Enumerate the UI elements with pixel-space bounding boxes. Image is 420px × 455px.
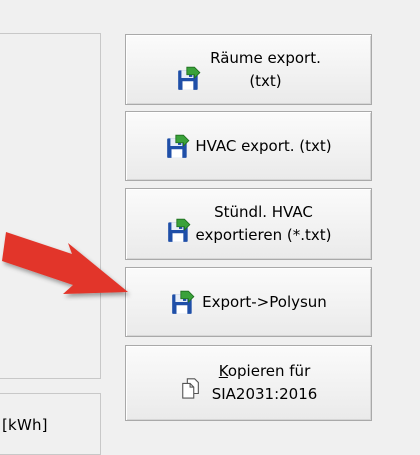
hvac-export-button[interactable]: HVAC export. (txt) <box>125 111 372 181</box>
stuendl-hvac-export-button[interactable]: Stündl. HVAC exportieren (*.txt) <box>125 188 372 260</box>
kopieren-sia-button[interactable]: Kopieren für SIA2031:2016 <box>125 345 372 421</box>
floppy-export-icon <box>166 217 192 243</box>
copy-document-icon <box>180 377 202 399</box>
export-polysun-label: Export->Polysun <box>202 292 327 311</box>
export-polysun-button[interactable]: Export->Polysun <box>125 267 372 337</box>
raeume-export-label: Räume export. (txt) <box>210 48 321 90</box>
hvac-export-label: HVAC export. (txt) <box>195 136 332 155</box>
kopieren-sia-label: Kopieren für SIA2031:2016 <box>211 362 318 403</box>
floppy-export-icon <box>176 65 202 91</box>
floppy-export-icon <box>170 289 196 315</box>
raeume-export-button[interactable]: Räume export. (txt) <box>125 34 372 105</box>
energy-unit-label: [kWh] <box>2 416 48 434</box>
energy-panel-frame: [kWh] <box>0 393 101 455</box>
results-panel-frame <box>0 33 101 379</box>
stuendl-hvac-export-label: Stündl. HVAC exportieren (*.txt) <box>195 203 332 244</box>
floppy-export-icon <box>165 133 191 159</box>
